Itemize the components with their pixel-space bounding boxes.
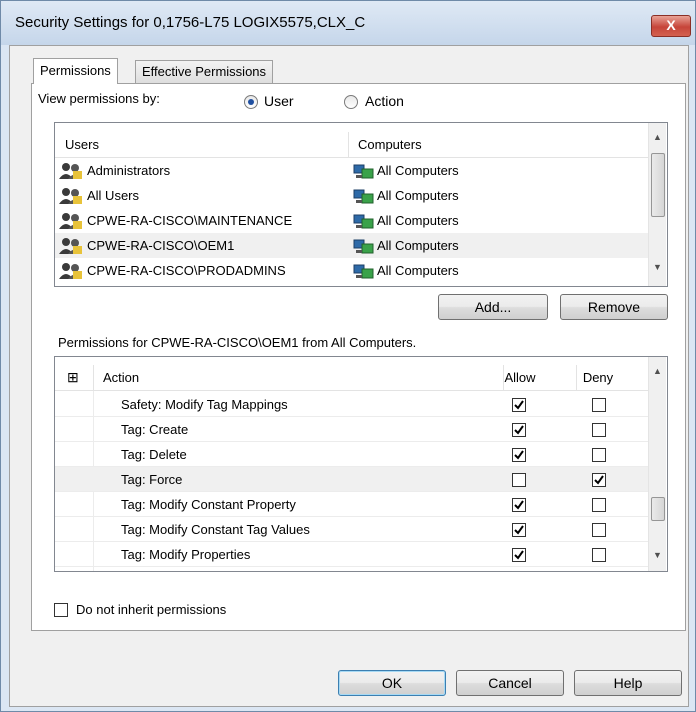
close-button[interactable]: X [651, 15, 691, 37]
deny-checkbox[interactable] [592, 423, 606, 437]
user-group-icon [59, 212, 83, 230]
deny-checkbox[interactable] [592, 448, 606, 462]
user-name: CPWE-RA-CISCO\PRODADMINS [87, 263, 286, 278]
computer-icon [353, 262, 375, 280]
computer-name: All Computers [377, 163, 459, 178]
permission-action: Tag: Modify Constant Tag Values [121, 522, 310, 537]
user-row[interactable]: CPWE-RA-CISCO\MAINTENANCE All Computers [55, 208, 648, 233]
column-divider [348, 132, 349, 157]
permission-row[interactable]: Tag: Delete [55, 442, 648, 467]
permission-row[interactable]: Tag: Modify Constant Property [55, 492, 648, 517]
user-name: CPWE-RA-CISCO\MAINTENANCE [87, 213, 293, 228]
permission-row[interactable]: Safety: Modify Tag Mappings [55, 392, 648, 417]
do-not-inherit-checkbox[interactable] [54, 603, 68, 617]
permission-row[interactable]: Tag: Create [55, 417, 648, 442]
cancel-button[interactable]: Cancel [456, 670, 564, 696]
permissions-grid[interactable]: ⊞ Action Allow Deny Safety: Modify Tag M… [54, 356, 668, 572]
deny-checkbox[interactable] [592, 523, 606, 537]
users-list-header: Users Computers [55, 132, 649, 158]
permissions-for-label: Permissions for CPWE-RA-CISCO\OEM1 from … [58, 335, 417, 350]
window-title: Security Settings for 0,1756-L75 LOGIX55… [15, 14, 366, 31]
computer-name: All Computers [377, 213, 459, 228]
allow-checkbox[interactable] [512, 423, 526, 437]
help-button[interactable]: Help [574, 670, 682, 696]
permission-row[interactable]: Tag: Modify Properties [55, 542, 648, 567]
ok-button[interactable]: OK [338, 670, 446, 696]
permission-row[interactable]: Tag: Force [55, 467, 648, 492]
permission-action: Tag: Modify Constant Property [121, 497, 296, 512]
computer-icon [353, 187, 375, 205]
deny-checkbox[interactable] [592, 398, 606, 412]
computers-column-header[interactable]: Computers [358, 132, 422, 157]
permissions-grid-header: ⊞ Action Allow Deny [55, 365, 649, 391]
user-group-icon [59, 237, 83, 255]
title-bar[interactable]: Security Settings for 0,1756-L75 LOGIX55… [1, 1, 695, 45]
deny-checkbox[interactable] [592, 498, 606, 512]
deny-column-header[interactable]: Deny [577, 365, 619, 390]
tab-permissions[interactable]: Permissions [33, 58, 118, 84]
tab-effective-permissions[interactable]: Effective Permissions [135, 60, 274, 83]
view-permissions-label: View permissions by: [38, 91, 160, 106]
permission-action: Safety: Modify Tag Mappings [121, 397, 288, 412]
permissions-grid-scrollbar[interactable]: ▲ ▼ [648, 357, 666, 571]
close-icon: X [666, 17, 676, 33]
allow-checkbox[interactable] [512, 473, 526, 487]
scroll-thumb[interactable] [651, 497, 665, 521]
allow-checkbox[interactable] [512, 398, 526, 412]
user-row[interactable]: Administrators All Computers [55, 158, 648, 183]
user-row[interactable]: All Users All Computers [55, 183, 648, 208]
user-group-icon [59, 162, 83, 180]
radio-user-label[interactable]: User [264, 93, 294, 109]
scroll-up-arrow-icon[interactable]: ▲ [649, 363, 666, 380]
expand-all-icon[interactable]: ⊞ [67, 365, 79, 390]
permission-action: Tag: Delete [121, 447, 187, 462]
computer-name: All Computers [377, 238, 459, 253]
permission-action: Tag: Force [121, 472, 183, 487]
deny-checkbox[interactable] [592, 548, 606, 562]
users-list[interactable]: Users Computers Administrators All Comput… [54, 122, 668, 287]
user-row[interactable]: CPWE-RA-CISCO\PRODADMINS All Computers [55, 258, 648, 283]
user-group-icon [59, 187, 83, 205]
deny-checkbox[interactable] [592, 473, 606, 487]
computer-icon [353, 212, 375, 230]
computer-icon [353, 237, 375, 255]
permission-action: Tag: Modify Properties [121, 547, 251, 562]
user-name: Administrators [87, 163, 171, 178]
users-column-header[interactable]: Users [65, 132, 99, 157]
row-gridline [55, 566, 648, 567]
radio-action[interactable] [344, 95, 358, 109]
column-divider [93, 365, 94, 390]
remove-button[interactable]: Remove [560, 294, 668, 320]
radio-user[interactable] [244, 95, 258, 109]
add-button[interactable]: Add... [438, 294, 548, 320]
permission-row[interactable]: Tag: Modify Constant Tag Values [55, 517, 648, 542]
permission-action: Tag: Create [121, 422, 189, 437]
computer-name: All Computers [377, 188, 459, 203]
scroll-thumb[interactable] [651, 153, 665, 217]
user-name: All Users [87, 188, 140, 203]
allow-checkbox[interactable] [512, 548, 526, 562]
do-not-inherit-label[interactable]: Do not inherit permissions [76, 602, 226, 617]
user-name: CPWE-RA-CISCO\OEM1 [87, 238, 235, 253]
allow-checkbox[interactable] [512, 448, 526, 462]
allow-checkbox[interactable] [512, 523, 526, 537]
action-column-header[interactable]: Action [103, 365, 139, 390]
scroll-down-arrow-icon[interactable]: ▼ [649, 547, 666, 564]
scroll-up-arrow-icon[interactable]: ▲ [649, 129, 666, 146]
radio-action-label[interactable]: Action [365, 93, 404, 109]
allow-column-header[interactable]: Allow [499, 365, 541, 390]
user-row[interactable]: CPWE-RA-CISCO\OEM1 All Computers [55, 233, 648, 258]
user-group-icon [59, 262, 83, 280]
users-list-scrollbar[interactable]: ▲ ▼ [648, 123, 666, 286]
scroll-down-arrow-icon[interactable]: ▼ [649, 259, 666, 276]
computer-icon [353, 162, 375, 180]
allow-checkbox[interactable] [512, 498, 526, 512]
computer-name: All Computers [377, 263, 459, 278]
